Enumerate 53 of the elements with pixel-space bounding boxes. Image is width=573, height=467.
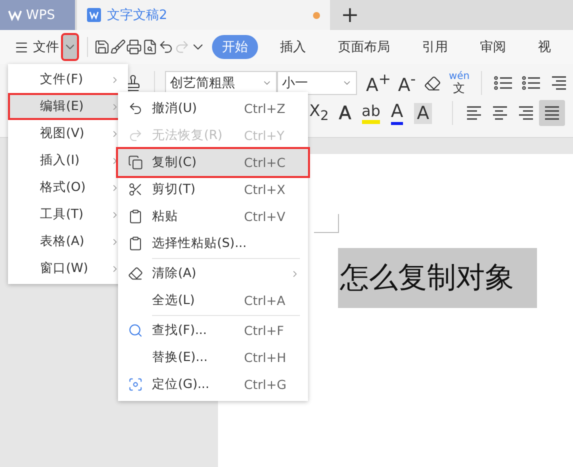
document-text: 怎么复制对象 (338, 248, 537, 308)
brush-icon (110, 39, 126, 55)
numbered-list-icon (520, 75, 543, 91)
align-button[interactable] (539, 100, 565, 126)
font-size-button[interactable]: A$^{+}$ (363, 70, 394, 96)
tab-title: 文字文稿2 (107, 7, 168, 24)
ribbon-tab[interactable]: 审阅 (470, 35, 516, 59)
menu-item[interactable]: 复制(C) Ctrl+C (118, 149, 308, 176)
align-icon (491, 105, 509, 121)
phonetic-button[interactable]: wén 文 (446, 70, 473, 96)
indent-icon (550, 75, 568, 91)
menu-item[interactable]: 全选(L) Ctrl+A (118, 287, 308, 314)
undo-icon (128, 101, 142, 116)
clipboard-icon (128, 209, 142, 224)
format-button[interactable]: A (332, 100, 358, 126)
corner-mark (314, 214, 339, 233)
font-size-button[interactable]: A$^{-}$ (394, 70, 420, 96)
ribbon-tab[interactable]: 引用 (412, 35, 458, 59)
align-icon (465, 105, 483, 121)
search-icon (128, 323, 142, 338)
clipboard-icon (128, 236, 142, 251)
ribbon-tab[interactable]: 插入 (270, 35, 316, 59)
dropdown-button[interactable] (63, 35, 77, 59)
menu-item[interactable]: 文件(F) (8, 66, 128, 93)
copy-icon (128, 155, 142, 170)
redo-icon (174, 39, 190, 55)
printer-icon (126, 39, 142, 55)
ribbon-tab[interactable]: 视 (528, 35, 561, 59)
menu-icon (14, 40, 29, 54)
redo-icon (128, 128, 142, 143)
eraser-icon (128, 266, 142, 281)
scissors-icon (128, 182, 142, 197)
align-icon (517, 105, 535, 121)
ribbon-tab[interactable]: 页面布局 (328, 35, 400, 59)
magnifier-page-icon (142, 39, 158, 55)
document-icon (87, 8, 101, 22)
eraser-icon (424, 74, 442, 92)
logo-icon (8, 9, 22, 21)
bullet-list-icon (492, 75, 515, 91)
undo-icon (158, 39, 174, 55)
app-logo: WPS (26, 8, 55, 22)
new-tab-button[interactable]: + (330, 0, 370, 30)
format-button[interactable]: A (384, 100, 410, 126)
menu-item[interactable]: 定位(G)... Ctrl+G (118, 371, 308, 398)
font-size-select[interactable]: 小一 (277, 71, 357, 95)
save-icon (94, 39, 110, 55)
crosshair-icon (128, 377, 142, 392)
format-button[interactable]: X$_{2}$ (306, 100, 332, 126)
align-icon (543, 105, 561, 121)
document-tab[interactable]: 文字文稿2 (77, 0, 330, 30)
menu-item[interactable]: 替换(E)... Ctrl+H (118, 344, 308, 371)
file-menu-button[interactable]: 文件 (14, 38, 59, 56)
format-button[interactable]: ab (358, 100, 384, 126)
